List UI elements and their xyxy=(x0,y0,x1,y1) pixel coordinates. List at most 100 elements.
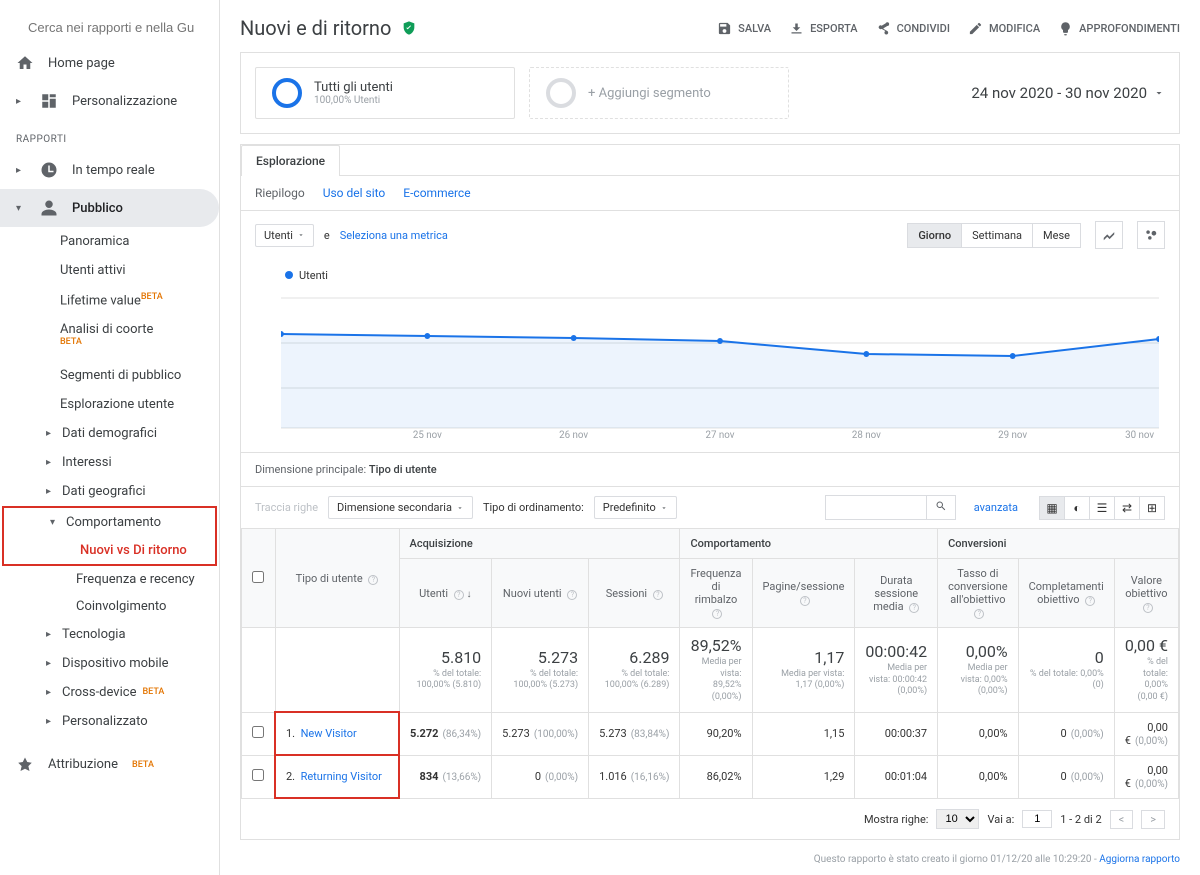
col-type[interactable]: Tipo di utente xyxy=(296,572,363,585)
view-comparison-button[interactable]: ⇄ xyxy=(1114,496,1140,520)
sub-overview[interactable]: Panoramica xyxy=(0,227,219,256)
row-checkbox[interactable] xyxy=(252,726,264,738)
subtab-ecommerce[interactable]: E-commerce xyxy=(403,186,470,200)
secondary-dim-dropdown[interactable]: Dimensione secondaria xyxy=(328,496,473,519)
add-segment[interactable]: + Aggiungi segmento xyxy=(529,67,789,119)
sub-engage[interactable]: Coinvolgimento xyxy=(0,593,219,620)
nav-attribution[interactable]: Attribuzione BETA xyxy=(0,746,219,784)
bubble-icon xyxy=(1144,228,1158,242)
refresh-report-link[interactable]: Aggiorna rapporto xyxy=(1099,854,1180,865)
col-conv-rate[interactable]: Tasso di conversione all'obiettivo ? xyxy=(938,559,1018,628)
help-icon[interactable]: ? xyxy=(368,575,378,585)
help-icon[interactable]: ? xyxy=(1085,596,1095,606)
nav-home[interactable]: Home page xyxy=(0,44,219,82)
help-icon[interactable]: ? xyxy=(800,596,810,606)
sub-behavior[interactable]: ▾Comportamento xyxy=(4,508,215,537)
help-icon[interactable]: ? xyxy=(567,590,577,600)
line-chart: 1.500 1.000 500 25 nov 26 nov 27 nov 28 … xyxy=(281,288,1159,438)
view-bar-button[interactable]: ☰ xyxy=(1089,496,1115,520)
view-pivot-button[interactable]: ⊞ xyxy=(1139,496,1165,520)
goto-input[interactable] xyxy=(1022,810,1052,828)
share-icon xyxy=(876,21,891,36)
segment-name: Tutti gli utenti xyxy=(314,80,393,95)
select-metric-link[interactable]: Seleziona una metrica xyxy=(340,229,448,242)
date-range-picker[interactable]: 24 nov 2020 - 30 nov 2020 xyxy=(971,84,1165,102)
search-input[interactable] xyxy=(28,20,204,35)
subtab-summary[interactable]: Riepilogo xyxy=(255,186,305,200)
nav-custom[interactable]: ▸ Personalizzazione xyxy=(0,82,219,120)
nav-realtime[interactable]: ▸ In tempo reale xyxy=(0,151,219,189)
help-icon[interactable]: ? xyxy=(712,609,722,619)
month-button[interactable]: Mese xyxy=(1032,223,1081,248)
table-row: 2. Returning Visitor 834(13,66%) 0(0,00%… xyxy=(242,755,1179,798)
metric-dropdown[interactable]: Utenti xyxy=(255,224,314,247)
subtab-site-usage[interactable]: Uso del sito xyxy=(323,186,386,200)
nav-audience[interactable]: ▾ Pubblico xyxy=(0,189,219,227)
view-buttons: ▦ ◐ ☰ ⇄ ⊞ xyxy=(1040,496,1165,520)
dimension-row: Dimensione principale: Tipo di utente xyxy=(241,452,1179,487)
help-icon[interactable]: ? xyxy=(1143,603,1153,613)
col-goal-value[interactable]: Valore obiettivo ? xyxy=(1114,559,1178,628)
select-all-checkbox[interactable] xyxy=(252,571,264,583)
col-completions[interactable]: Completamenti obiettivo ? xyxy=(1018,559,1114,628)
help-icon[interactable]: ? xyxy=(454,590,464,600)
day-button[interactable]: Giorno xyxy=(907,223,962,248)
row-checkbox[interactable] xyxy=(252,769,264,781)
segment-all-users[interactable]: Tutti gli utenti 100,00% Utenti xyxy=(255,67,515,119)
chevron-right-icon: ▸ xyxy=(46,658,56,669)
view-table-button[interactable]: ▦ xyxy=(1039,496,1065,520)
edit-button[interactable]: MODIFICA xyxy=(968,21,1040,36)
row-link[interactable]: Returning Visitor xyxy=(301,770,382,783)
col-duration[interactable]: Durata sessione media ? xyxy=(855,559,938,628)
col-users[interactable]: Utenti ? ↓ xyxy=(399,559,492,628)
sub-mobile[interactable]: ▸Dispositivo mobile xyxy=(0,649,219,678)
sub-segments[interactable]: Segmenti di pubblico xyxy=(0,361,219,390)
advanced-link[interactable]: avanzata xyxy=(974,501,1018,514)
sub-demo[interactable]: ▸Dati demografici xyxy=(0,419,219,448)
sub-geo[interactable]: ▸Dati geografici xyxy=(0,477,219,506)
col-sessions[interactable]: Sessioni ? xyxy=(589,559,680,628)
next-page-button[interactable]: > xyxy=(1141,810,1165,829)
export-button[interactable]: ESPORTA xyxy=(789,21,858,36)
sidebar: Home page ▸ Personalizzazione RAPPORTI ▸… xyxy=(0,0,220,875)
and-label: e xyxy=(324,229,330,242)
svg-text:26 nov: 26 nov xyxy=(559,430,588,438)
prev-page-button[interactable]: < xyxy=(1110,810,1134,829)
sub-cohort[interactable]: Analisi di coorteBETA xyxy=(0,315,219,360)
week-button[interactable]: Settimana xyxy=(961,223,1033,248)
help-icon[interactable]: ? xyxy=(909,603,919,613)
chart-line-button[interactable] xyxy=(1095,221,1123,249)
insights-button[interactable]: APPROFONDIMENTI xyxy=(1058,21,1180,36)
sub-interests[interactable]: ▸Interessi xyxy=(0,448,219,477)
sub-tech[interactable]: ▸Tecnologia xyxy=(0,620,219,649)
help-icon[interactable]: ? xyxy=(653,590,663,600)
col-bounce[interactable]: Frequenza di rimbalzo ? xyxy=(680,559,752,628)
sort-dropdown[interactable]: Predefinito xyxy=(594,496,677,519)
chevron-down-icon: ▾ xyxy=(16,203,26,214)
sub-userexp[interactable]: Esplorazione utente xyxy=(0,390,219,419)
segment-circle-icon xyxy=(272,78,302,108)
table-search-button[interactable] xyxy=(926,496,955,519)
save-button[interactable]: SALVA xyxy=(717,21,771,36)
sub-new-vs-returning[interactable]: Nuovi vs Di ritorno xyxy=(4,537,215,564)
sub-lifetime[interactable]: Lifetime valueBETA xyxy=(0,285,219,315)
row-link[interactable]: New Visitor xyxy=(301,727,357,740)
help-icon[interactable]: ? xyxy=(974,609,984,619)
subtab-row: Riepilogo Uso del sito E-commerce xyxy=(241,176,1179,211)
view-pie-button[interactable]: ◐ xyxy=(1064,496,1090,520)
table-search-input[interactable] xyxy=(826,496,926,519)
col-group-beh: Comportamento xyxy=(680,529,938,559)
col-pages[interactable]: Pagine/sessione ? xyxy=(752,559,855,628)
tab-row: Esplorazione xyxy=(241,145,1179,176)
sub-freq[interactable]: Frequenza e recency xyxy=(0,566,219,593)
col-new-users[interactable]: Nuovi utenti ? xyxy=(492,559,589,628)
sub-cross[interactable]: ▸Cross-device BETA xyxy=(0,678,219,707)
share-button[interactable]: CONDIVIDI xyxy=(876,21,950,36)
chart-motion-button[interactable] xyxy=(1137,221,1165,249)
footer-note: Questo rapporto è stato creato il giorno… xyxy=(220,850,1200,865)
sub-active[interactable]: Utenti attivi xyxy=(0,256,219,285)
shield-icon xyxy=(401,20,417,36)
sub-custom2[interactable]: ▸Personalizzato xyxy=(0,707,219,736)
rows-select[interactable]: 10 xyxy=(936,809,979,829)
tab-exploration[interactable]: Esplorazione xyxy=(241,145,340,176)
